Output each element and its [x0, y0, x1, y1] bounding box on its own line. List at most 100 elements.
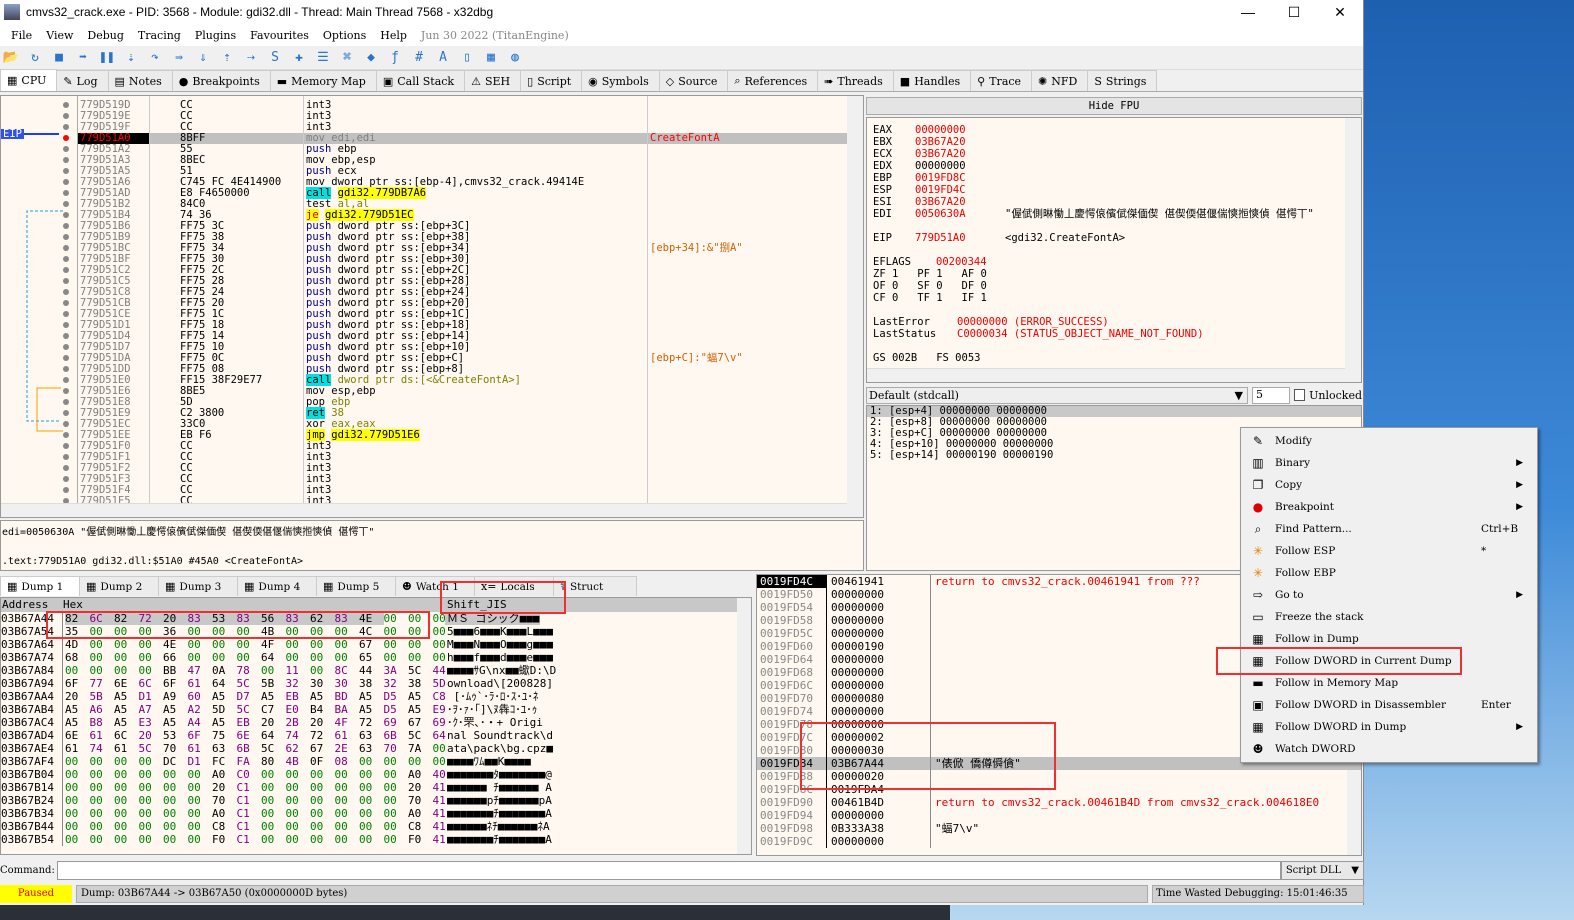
segment-registers[interactable]: GS 002B FS 0053 — [873, 352, 980, 364]
dump-byte[interactable]: 00 — [408, 638, 433, 651]
dump-byte[interactable]: A5 — [310, 690, 335, 703]
menu-item-follow-ebp[interactable]: ✳ Follow EBP — [1241, 562, 1537, 584]
menu-item-follow-in-memory-map[interactable]: ▬ Follow in Memory Map — [1241, 672, 1537, 694]
dump-byte[interactable]: 38 — [359, 677, 384, 690]
disasm-instruction[interactable]: mov esp,ebp — [304, 386, 647, 397]
dump-byte[interactable]: 65 — [359, 651, 384, 664]
run-to-user-code-icon[interactable]: ⇢ — [242, 49, 260, 67]
dump-byte[interactable]: 00 — [286, 807, 311, 820]
dump-row[interactable]: 03B67A74 68 00 00 00 66 00 00 00 64 00 00 00 65 00 00 00… — [1, 651, 751, 664]
dump-byte[interactable]: 08 — [335, 755, 360, 768]
dump-byte[interactable]: 7A — [408, 742, 433, 755]
tab-strings[interactable]: S Strings — [1087, 70, 1158, 91]
dump-byte[interactable]: 36 — [163, 625, 188, 638]
dump-byte[interactable]: 61 — [114, 742, 139, 755]
dump-byte[interactable]: 00 — [139, 820, 164, 833]
dump-byte[interactable]: 00 — [408, 651, 433, 664]
breakpoint-dot-empty[interactable] — [63, 322, 69, 328]
breakpoint-dot-empty[interactable] — [63, 212, 69, 218]
unlocked-checkbox[interactable] — [1293, 389, 1306, 401]
dump-row[interactable]: 03B67A54 35 00 00 00 36 00 00 00 4B 00 00 00 4C 00 00 00… — [1, 625, 751, 638]
dump-byte[interactable]: BB — [163, 664, 188, 677]
dump-byte[interactable]: C0 — [237, 768, 262, 781]
dump-byte[interactable]: 35 — [65, 625, 90, 638]
argument-count-spinner[interactable]: 5 — [1252, 386, 1290, 404]
breakpoint-dot-empty[interactable] — [63, 355, 69, 361]
dump-byte[interactable]: 3A — [384, 664, 409, 677]
dump-byte[interactable]: D1 — [188, 755, 213, 768]
dump-byte[interactable]: 00 — [310, 820, 335, 833]
dump-byte[interactable]: 00 — [90, 794, 115, 807]
dump-byte[interactable]: 5C — [408, 664, 433, 677]
dump-byte[interactable]: 4B — [286, 755, 311, 768]
menu-item-copy[interactable]: ❐ Copy ▶ — [1241, 474, 1537, 496]
dump-byte[interactable]: C1 — [237, 807, 262, 820]
dump-row[interactable]: 03B67B54 00 00 00 00 00 00 F0 C1 00 00 00 00 00 00 F0 41… — [1, 833, 751, 846]
dump-byte[interactable]: 00 — [359, 807, 384, 820]
disassembly-view[interactable]: EIP 779D519D 779D519E 779D519F 779D51A0 779D… — [0, 95, 864, 518]
dump-byte[interactable]: E3 — [139, 716, 164, 729]
breakpoint-dot-empty[interactable] — [63, 344, 69, 350]
breakpoint-dot[interactable] — [63, 135, 69, 141]
tab-seh[interactable]: ⚠ SEH — [464, 70, 522, 91]
trace-over-icon[interactable]: ⇓ — [194, 49, 212, 67]
dump-byte[interactable]: 70 — [163, 742, 188, 755]
dump-byte[interactable]: B4 — [310, 703, 335, 716]
disasm-instruction[interactable]: pop ebp — [304, 397, 647, 408]
comment-icon[interactable]: ☰ — [314, 49, 332, 67]
dump-byte[interactable]: 00 — [139, 651, 164, 664]
dump-byte[interactable]: 00 — [114, 664, 139, 677]
dump-byte[interactable]: 00 — [114, 638, 139, 651]
dump-byte[interactable]: A5 — [212, 716, 237, 729]
dump-row[interactable]: 03B67B14 00 00 00 00 00 00 20 C1 00 00 00 00 00 00 20 41… — [1, 781, 751, 794]
dump-byte[interactable]: 61 — [188, 677, 213, 690]
menu-plugins[interactable]: Plugins — [188, 29, 243, 42]
dump-byte[interactable]: 64 — [261, 651, 286, 664]
dump-byte[interactable]: 64 — [261, 729, 286, 742]
dump-byte[interactable]: 0A — [212, 664, 237, 677]
dump-byte[interactable]: 6E — [114, 677, 139, 690]
dump-byte[interactable]: 00 — [114, 755, 139, 768]
dump-byte[interactable]: D1 — [139, 690, 164, 703]
dump-byte[interactable]: 67 — [408, 716, 433, 729]
dump-byte[interactable]: 6C — [139, 677, 164, 690]
dump-byte[interactable]: 00 — [65, 807, 90, 820]
font-icon[interactable]: A — [434, 49, 452, 67]
dump-byte[interactable]: 2E — [335, 742, 360, 755]
tab-trace[interactable]: ⚲ Trace — [970, 70, 1033, 91]
dump-byte[interactable]: 00 — [163, 807, 188, 820]
dump-byte[interactable]: 00 — [286, 768, 311, 781]
dump-byte[interactable]: 80 — [261, 755, 286, 768]
menu-item-follow-in-dump[interactable]: ▦ Follow in Dump — [1241, 628, 1537, 650]
dump-byte[interactable]: BD — [335, 690, 360, 703]
breakpoint-dot-empty[interactable] — [63, 157, 69, 163]
dump-byte[interactable]: 61 — [90, 729, 115, 742]
register-ebp[interactable]: EBP 0019FD8C — [873, 172, 1005, 184]
disasm-instruction[interactable]: int3 — [304, 100, 647, 111]
dump-byte[interactable]: A5 — [65, 703, 90, 716]
dump-byte[interactable]: B8 — [90, 716, 115, 729]
breakpoint-dot-empty[interactable] — [63, 168, 69, 174]
dump-byte[interactable]: FC — [212, 755, 237, 768]
dump-byte[interactable]: 6B — [237, 742, 262, 755]
menu-item-binary[interactable]: ▥ Binary ▶ — [1241, 452, 1537, 474]
dump-byte[interactable]: 70 — [408, 794, 433, 807]
dump-byte[interactable]: 00 — [335, 781, 360, 794]
dump-byte[interactable]: EB — [286, 690, 311, 703]
breakpoint-dot-empty[interactable] — [63, 432, 69, 438]
breakpoint-dot-empty[interactable] — [63, 146, 69, 152]
disasm-instruction[interactable]: int3 — [304, 111, 647, 122]
dump-byte[interactable]: A5 — [359, 690, 384, 703]
breakpoint-dot-empty[interactable] — [63, 311, 69, 317]
breakpoint-dot-empty[interactable] — [63, 377, 69, 383]
tab-threads[interactable]: ➠ Threads — [817, 70, 894, 91]
dump-byte[interactable]: 47 — [188, 664, 213, 677]
dump-byte[interactable]: 61 — [65, 742, 90, 755]
dump-byte[interactable]: 74 — [286, 729, 311, 742]
register-edx[interactable]: EDX 00000000 — [873, 160, 1005, 172]
dump-byte[interactable]: A5 — [65, 716, 90, 729]
step-into-icon[interactable]: ⇣ — [122, 49, 140, 67]
stack-row[interactable]: 0019FD90 00461B4D return to cmvs32_crack.0… — [757, 796, 1361, 809]
dump-byte[interactable]: 00 — [335, 651, 360, 664]
tab-dump-4[interactable]: ▦ Dump 4 — [237, 576, 317, 596]
